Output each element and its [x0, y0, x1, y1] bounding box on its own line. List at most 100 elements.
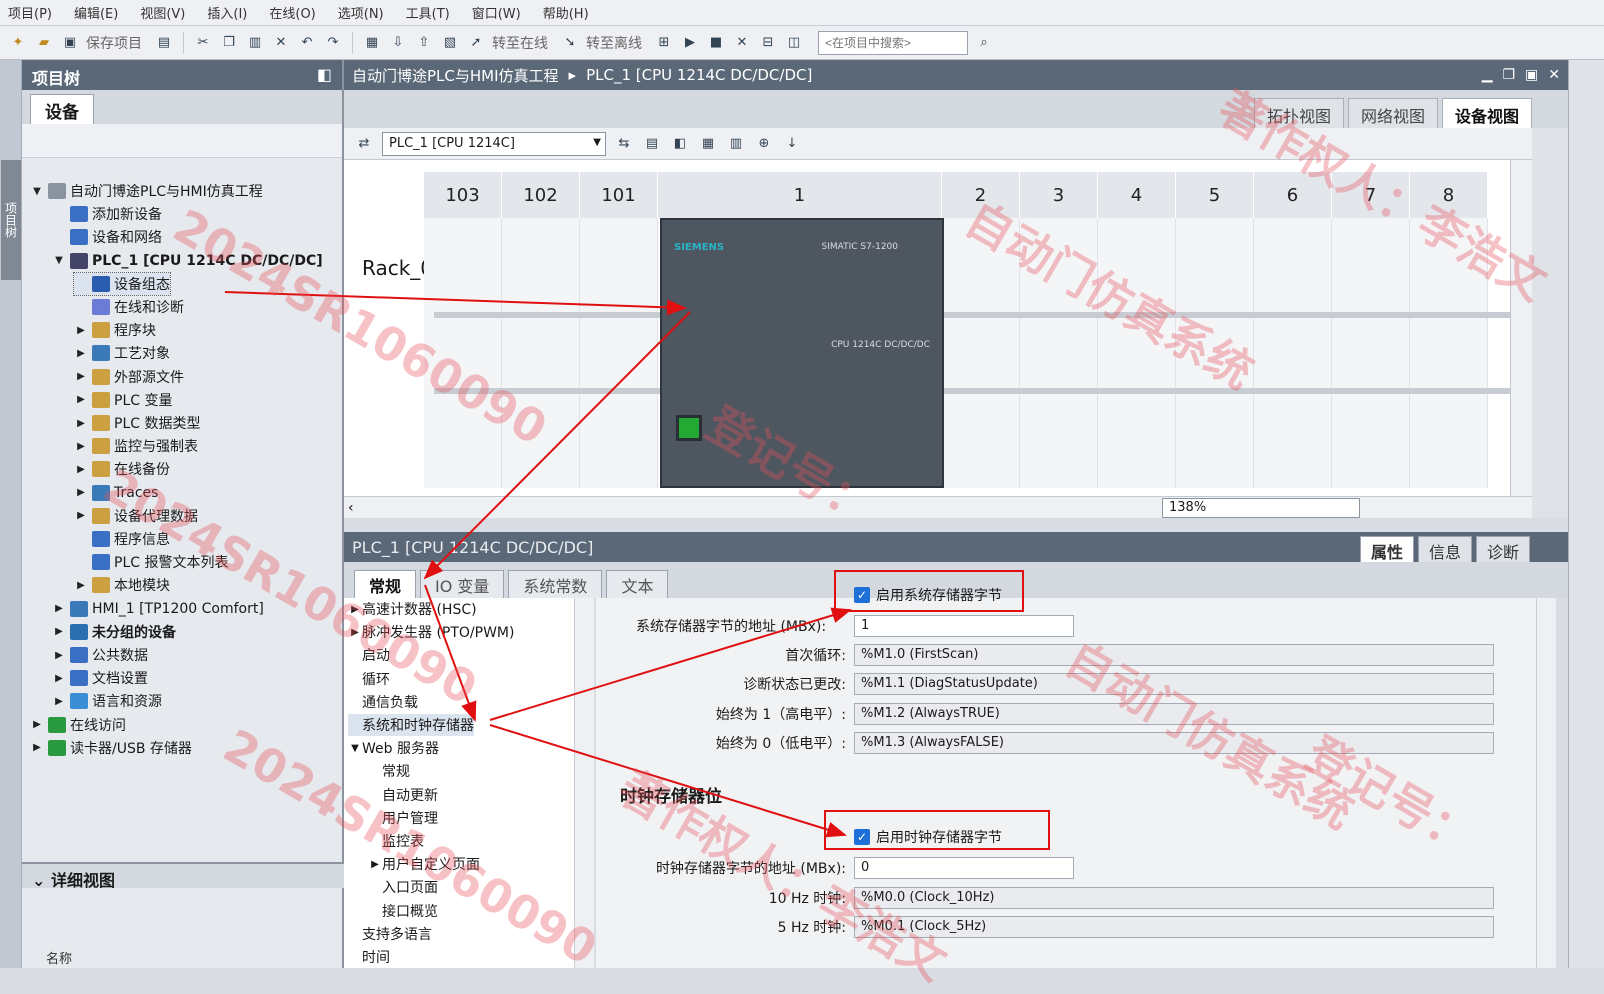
checkbox-checked-icon[interactable]: ✓ — [854, 587, 870, 603]
tab-general[interactable]: 常规 — [354, 570, 417, 598]
nav-item[interactable]: 支持多语言 — [348, 923, 432, 945]
copy-icon[interactable]: ❐ — [219, 33, 239, 53]
tree-node-online-backups[interactable]: ▶ 在线备份 — [74, 458, 170, 480]
split-vertical-icon[interactable]: ◫ — [784, 33, 804, 53]
tree-node-plc-data-types[interactable]: ▶ PLC 数据类型 — [74, 412, 200, 434]
menu-options[interactable]: 选项(N) — [338, 3, 384, 22]
download-icon[interactable]: ⇩ — [388, 33, 408, 53]
close-icon[interactable]: ✕ — [1548, 67, 1560, 83]
undo-icon[interactable]: ↶ — [297, 33, 317, 53]
chevron-right-icon[interactable]: ▶ — [52, 603, 66, 614]
chevron-right-icon[interactable]: ▶ — [348, 604, 362, 615]
tree-node-project-root[interactable]: ▼ 自动门博途PLC与HMI仿真工程 — [30, 180, 263, 202]
chevron-right-icon[interactable]: ▶ — [368, 859, 382, 870]
menu-view[interactable]: 视图(V) — [140, 3, 185, 22]
zoom-down-icon[interactable]: ↓ — [782, 134, 802, 154]
redo-icon[interactable]: ↷ — [323, 33, 343, 53]
new-project-icon[interactable]: ✦ — [8, 33, 28, 53]
menu-edit[interactable]: 编辑(E) — [74, 3, 118, 22]
empty-slot[interactable] — [1254, 218, 1332, 488]
nav-item[interactable]: 接口概览 — [368, 900, 438, 922]
show-io-icon[interactable]: ⇆ — [614, 134, 634, 154]
chevron-right-icon[interactable]: ▶ — [74, 325, 88, 336]
page-break-icon[interactable]: ◧ — [670, 134, 690, 154]
grid-icon[interactable]: ▦ — [698, 134, 718, 154]
tree-node-plc-alarm-texts[interactable]: PLC 报警文本列表 — [74, 551, 228, 573]
tree-node-device-configuration[interactable]: 设备组态 — [73, 271, 171, 296]
tree-node-device-proxy-data[interactable]: ▶ 设备代理数据 — [74, 505, 198, 527]
nav-item[interactable]: 系统和时钟存储器 — [348, 714, 474, 736]
breadcrumb-device[interactable]: PLC_1 [CPU 1214C DC/DC/DC] — [586, 66, 812, 84]
menu-online[interactable]: 在线(O) — [269, 3, 315, 22]
chevron-right-icon[interactable]: ▶ — [74, 580, 88, 591]
breadcrumb-project[interactable]: 自动门博途PLC与HMI仿真工程 — [352, 65, 559, 86]
tree-node-watch-force-tables[interactable]: ▶ 监控与强制表 — [74, 435, 198, 457]
show-names-icon[interactable]: ▤ — [642, 134, 662, 154]
tree-node-devices-and-networks[interactable]: 设备和网络 — [52, 226, 162, 248]
cut-icon[interactable]: ✂ — [193, 33, 213, 53]
empty-slot[interactable] — [502, 218, 580, 488]
nav-item[interactable]: 自动更新 — [368, 784, 438, 806]
tree-node-plc-tags[interactable]: ▶ PLC 变量 — [74, 389, 172, 411]
project-search-input[interactable] — [818, 30, 968, 55]
cross-reference-icon[interactable]: ✕ — [732, 33, 752, 53]
tree-node-traces[interactable]: ▶ Traces — [74, 482, 158, 504]
tree-node-program-blocks[interactable]: ▶ 程序块 — [74, 319, 156, 341]
chevron-right-icon[interactable]: ▶ — [348, 627, 362, 638]
chevron-right-icon[interactable]: ▶ — [74, 464, 88, 475]
menu-insert[interactable]: 插入(I) — [207, 3, 247, 22]
nav-item[interactable]: 常规 — [368, 760, 410, 782]
split-horizontal-icon[interactable]: ⊟ — [758, 33, 778, 53]
zoom-in-icon[interactable]: ⊕ — [754, 134, 774, 154]
device-overview-icon[interactable]: ⇄ — [354, 134, 374, 154]
nav-item[interactable]: 用户管理 — [368, 807, 438, 829]
tree-node-plc-1[interactable]: ▼ PLC_1 [CPU 1214C DC/DC/DC] — [52, 250, 323, 272]
nav-item[interactable]: ▶ 高速计数器 (HSC) — [348, 598, 476, 620]
project-tree-vertical-tab[interactable]: 项目树 — [1, 160, 21, 280]
delete-icon[interactable]: ✕ — [271, 33, 291, 53]
maximize-icon[interactable]: ▣ — [1525, 67, 1538, 83]
tree-node-online-access[interactable]: ▶ 在线访问 — [30, 714, 126, 736]
checkbox-checked-icon[interactable]: ✓ — [854, 829, 870, 845]
empty-slot[interactable] — [580, 218, 658, 488]
search-go-icon[interactable]: ⌕ — [974, 33, 994, 53]
simulation-icon[interactable]: ▧ — [440, 33, 460, 53]
tab-diagnostics[interactable]: 诊断 — [1475, 536, 1530, 562]
nav-item[interactable]: 通信负载 — [348, 691, 418, 713]
save-project-button[interactable]: 保存项目 — [86, 33, 142, 53]
canvas-horizontal-scrollbar[interactable]: ‹ 138% — [344, 496, 1532, 518]
device-rack-canvas[interactable]: Rack_0 103 102 101 1 2 3 4 5 6 7 8 SIEMENS SIMATIC… — [344, 160, 1532, 496]
print-icon[interactable]: ▤ — [154, 33, 174, 53]
empty-slot[interactable] — [1332, 218, 1410, 488]
chevron-right-icon[interactable]: ▶ — [30, 742, 44, 753]
empty-slot[interactable] — [942, 218, 1020, 488]
chevron-right-icon[interactable]: ▶ — [52, 673, 66, 684]
tab-devices[interactable]: 设备 — [30, 94, 94, 124]
tree-node-languages-resources[interactable]: ▶ 语言和资源 — [52, 690, 162, 712]
chevron-right-icon[interactable]: ▶ — [74, 510, 88, 521]
chevron-right-icon[interactable]: ▶ — [52, 696, 66, 707]
empty-slot[interactable] — [1098, 218, 1176, 488]
menu-tools[interactable]: 工具(T) — [406, 3, 450, 22]
compile-icon[interactable]: ▦ — [362, 33, 382, 53]
tree-node-technology-objects[interactable]: ▶ 工艺对象 — [74, 342, 170, 364]
device-data-side-tab[interactable] — [1532, 128, 1568, 518]
tab-network-view[interactable]: 网络视图 — [1347, 98, 1438, 128]
tree-node-local-modules[interactable]: ▶ 本地模块 — [74, 574, 170, 596]
detail-view-header[interactable]: ⌄ 详细视图 — [22, 862, 344, 890]
chevron-right-icon[interactable]: ▶ — [74, 371, 88, 382]
nav-item[interactable]: 时间 — [348, 946, 390, 968]
save-icon[interactable]: ▣ — [60, 33, 80, 53]
cpu-module[interactable]: SIEMENS SIMATIC S7-1200 CPU 1214C DC/DC/… — [660, 218, 944, 488]
chevron-right-icon[interactable]: ▶ — [74, 418, 88, 429]
restore-icon[interactable]: ❐ — [1502, 67, 1515, 83]
chevron-down-icon[interactable]: ▼ — [52, 255, 66, 266]
chevron-right-icon[interactable]: ▶ — [74, 487, 88, 498]
tree-node-program-info[interactable]: 程序信息 — [74, 528, 170, 550]
accessible-devices-icon[interactable]: ⊞ — [654, 33, 674, 53]
go-online-button[interactable]: 转至在线 — [492, 33, 548, 53]
tree-node-documentation-settings[interactable]: ▶ 文档设置 — [52, 667, 148, 689]
tab-system-constants[interactable]: 系统常数 — [508, 570, 603, 598]
tab-texts[interactable]: 文本 — [606, 570, 669, 598]
chevron-right-icon[interactable]: ▶ — [52, 650, 66, 661]
